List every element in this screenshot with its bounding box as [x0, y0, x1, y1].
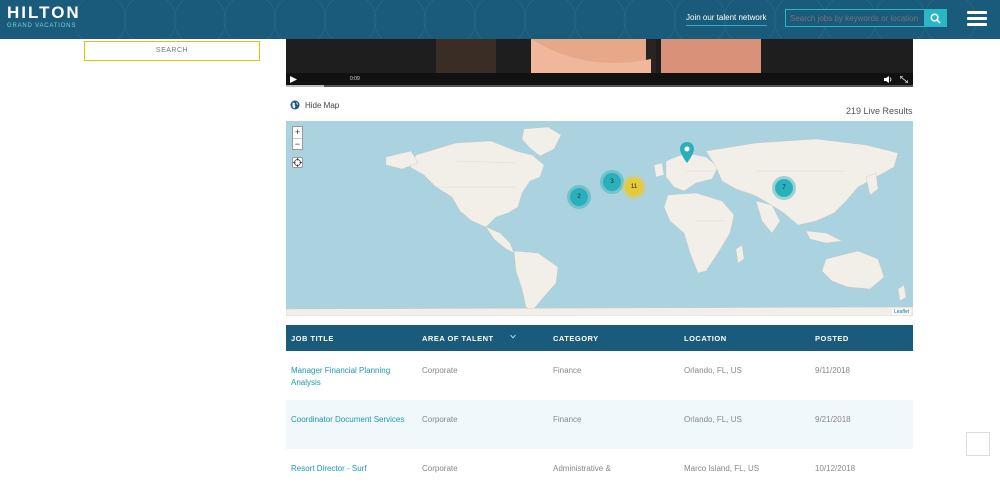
job-location-map[interactable]: + − 2 3 11 7 Leaflet — [286, 121, 913, 316]
map-cluster-marker[interactable]: 7 — [775, 179, 793, 197]
locate-me-button[interactable] — [292, 157, 303, 168]
hamburger-menu-icon[interactable] — [967, 11, 987, 26]
category-cell: Finance — [553, 415, 582, 424]
map-attribution[interactable]: Leaflet — [891, 309, 911, 315]
video-time: 0:09 — [350, 76, 360, 82]
video-player[interactable]: 0:09 — [286, 39, 913, 87]
search-button[interactable] — [924, 9, 947, 27]
posted-cell: 9/11/2018 — [815, 366, 850, 375]
location-cell: Marco Island, FL, US — [684, 464, 760, 473]
video-progress-bar[interactable] — [286, 85, 913, 87]
table-row[interactable]: Coordinator Document Services Corporate … — [286, 400, 913, 449]
posted-cell: 9/21/2018 — [815, 415, 851, 424]
category-cell: Administrative & — [553, 464, 611, 473]
logo-subtitle: GRAND VACATIONS — [7, 23, 77, 29]
crosshair-icon — [293, 158, 302, 167]
table-header: JOB TITLE AREA OF TALENT CATEGORY LOCATI… — [286, 325, 913, 351]
map-cluster-marker[interactable]: 11 — [625, 178, 643, 196]
logo-wordmark: HILTON — [7, 3, 81, 22]
chevron-down-icon[interactable] — [510, 334, 516, 339]
live-results-count: 219 Live Results — [846, 106, 913, 116]
column-header-posted[interactable]: POSTED — [815, 334, 905, 343]
job-title-link[interactable]: Coordinator Document Services — [291, 414, 411, 426]
column-header-area-of-talent[interactable]: AREA OF TALENT — [422, 334, 542, 343]
area-of-talent-cell: Corporate — [422, 366, 458, 375]
zoom-out-button[interactable]: − — [293, 138, 302, 149]
hide-map-label: Hide Map — [305, 100, 340, 110]
search-icon — [930, 13, 941, 24]
zoom-control: + − — [292, 126, 303, 150]
fullscreen-icon[interactable] — [900, 76, 908, 83]
location-cell: Orlando, FL, US — [684, 415, 742, 424]
area-of-talent-cell: Corporate — [422, 464, 458, 473]
volume-icon[interactable] — [884, 76, 893, 83]
map-pin-icon[interactable] — [680, 142, 694, 163]
world-map — [286, 121, 913, 316]
globe-icon — [290, 100, 300, 110]
table-row[interactable]: Manager Financial Planning Analysis Corp… — [286, 351, 913, 400]
zoom-in-button[interactable]: + — [293, 127, 302, 138]
posted-cell: 10/12/2018 — [815, 464, 856, 473]
column-header-category[interactable]: CATEGORY — [553, 334, 673, 343]
location-cell: Orlando, FL, US — [684, 366, 742, 375]
job-title-link[interactable]: Manager Financial Planning Analysis — [291, 365, 411, 389]
job-title-link[interactable]: Resort Director - Surf — [291, 463, 411, 475]
play-icon[interactable] — [290, 76, 297, 83]
category-cell: Finance — [553, 366, 582, 375]
table-row[interactable]: Resort Director - Surf Corporate Adminis… — [286, 449, 913, 498]
map-cluster-marker[interactable]: 2 — [570, 188, 588, 206]
job-search-input[interactable] — [785, 9, 925, 27]
jobs-table: JOB TITLE AREA OF TALENT CATEGORY LOCATI… — [286, 325, 913, 498]
hide-map-toggle[interactable]: Hide Map — [290, 100, 339, 110]
site-header: HILTON GRAND VACATIONS Join our talent n… — [0, 0, 1000, 39]
column-header-location[interactable]: LOCATION — [684, 334, 804, 343]
map-cluster-marker[interactable]: 3 — [603, 173, 621, 191]
video-frame — [286, 39, 913, 73]
column-header-job-title[interactable]: JOB TITLE — [291, 334, 411, 343]
join-talent-network-link[interactable]: Join our talent network — [686, 13, 767, 26]
sidebar-search-button[interactable]: SEARCH — [84, 41, 260, 61]
video-progress-fill — [286, 85, 324, 87]
brand-logo[interactable]: HILTON GRAND VACATIONS — [7, 3, 81, 30]
scroll-to-top-button[interactable] — [966, 432, 990, 456]
area-of-talent-cell: Corporate — [422, 415, 458, 424]
